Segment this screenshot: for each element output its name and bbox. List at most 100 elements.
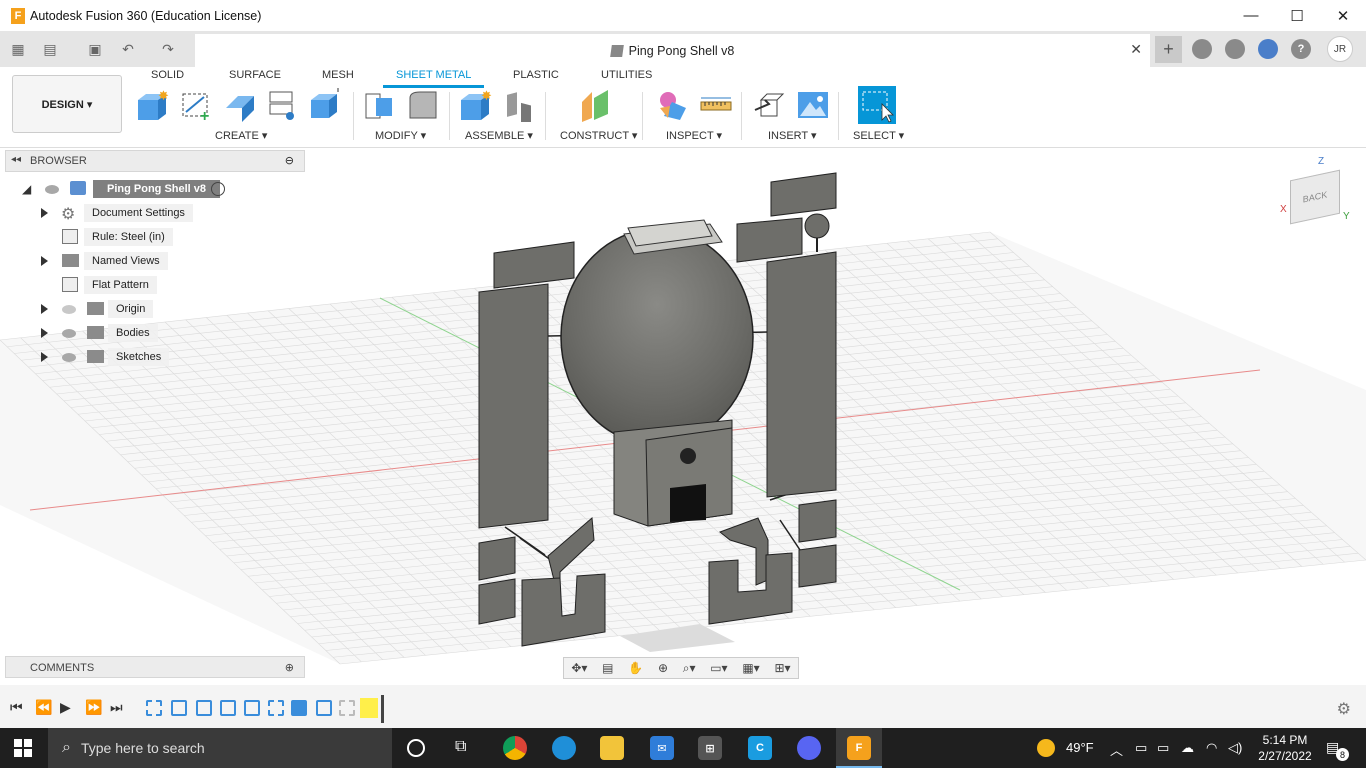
create-sketch-icon[interactable]: + [180, 88, 214, 122]
construct-menu[interactable]: CONSTRUCT ▾ [560, 129, 637, 142]
cortana-icon[interactable] [407, 739, 425, 757]
mail-icon[interactable]: ✉ [650, 736, 674, 760]
job-status-icon[interactable] [1225, 39, 1245, 59]
grid-settings-icon[interactable]: ▦▾ [742, 661, 759, 675]
browser-minimize-icon[interactable]: ⊖ [285, 154, 294, 167]
root-collapse-icon[interactable]: ◢ [22, 182, 31, 196]
orbit-icon[interactable]: ✥▾ [571, 661, 587, 675]
tray-chevron-icon[interactable]: ︿ [1110, 740, 1123, 759]
discord-icon[interactable] [797, 736, 821, 760]
visibility-eye-icon[interactable] [45, 185, 59, 194]
hidden-eye-icon[interactable] [62, 305, 76, 314]
timeline-flange-feature-icon[interactable] [220, 700, 236, 716]
display-settings-icon[interactable]: ▭▾ [710, 661, 727, 675]
flange-icon[interactable] [222, 88, 256, 122]
assemble-menu[interactable]: ASSEMBLE ▾ [465, 129, 533, 142]
select-menu[interactable]: SELECT ▾ [853, 129, 904, 142]
interference-icon[interactable] [656, 88, 690, 122]
measure-icon[interactable] [699, 88, 733, 122]
tab-plastic[interactable]: PLASTIC [513, 68, 559, 88]
tab-utilities[interactable]: UTILITIES [601, 68, 652, 88]
expand-arrow-icon[interactable] [41, 208, 48, 218]
timeline-play-icon[interactable]: ▶ [60, 699, 71, 716]
fusion-360-icon[interactable]: F [847, 736, 871, 760]
tab-mesh[interactable]: MESH [322, 68, 354, 88]
viewports-icon[interactable]: ⊞▾ [774, 661, 790, 675]
canvas-image-icon[interactable] [796, 88, 830, 122]
activate-component-icon[interactable] [211, 182, 225, 196]
browser-item-document-settings[interactable]: Document Settings [60, 203, 193, 223]
save-icon[interactable]: ▣ [85, 39, 105, 59]
chrome-icon[interactable] [503, 736, 527, 760]
tab-solid[interactable]: SOLID [151, 68, 184, 88]
file-menu-icon[interactable]: ▤ [40, 39, 60, 59]
timeline-flange-feature-icon[interactable] [196, 700, 212, 716]
collapse-browser-icon[interactable]: ◂◂ [11, 154, 21, 165]
visibility-eye-icon[interactable] [62, 329, 76, 338]
timeline-prev-icon[interactable]: ⏪ [35, 699, 52, 716]
timeline-sketch-feature-icon[interactable] [146, 700, 162, 716]
weather-temperature[interactable]: 49°F [1066, 740, 1094, 755]
new-tab-button[interactable]: + [1155, 36, 1182, 63]
maximize-button[interactable]: ☐ [1274, 0, 1320, 31]
timeline-flange-feature-icon[interactable] [316, 700, 332, 716]
redo-icon[interactable]: ↷ [158, 39, 178, 59]
taskbar-search[interactable]: ⌕ Type here to search [48, 728, 392, 768]
browser-root-item[interactable]: Ping Pong Shell v8 [65, 179, 221, 199]
close-button[interactable]: ✕ [1320, 0, 1366, 31]
start-button[interactable] [14, 739, 32, 757]
task-view-icon[interactable]: ⧉ [455, 738, 466, 756]
timeline-flange-feature-icon[interactable] [244, 700, 260, 716]
visibility-eye-icon[interactable] [62, 353, 76, 362]
comments-panel[interactable]: COMMENTS ⊕ [5, 656, 305, 678]
offset-plane-icon[interactable] [578, 88, 612, 122]
new-component-icon[interactable]: ✸ [136, 88, 170, 122]
expand-arrow-icon[interactable] [41, 352, 48, 362]
browser-panel-header[interactable]: ◂◂ BROWSER ⊖ [5, 150, 305, 172]
user-avatar[interactable]: JR [1327, 36, 1353, 62]
insert-derive-icon[interactable] [753, 88, 787, 122]
taskbar-clock[interactable]: 5:14 PM 2/27/2022 [1255, 732, 1315, 764]
look-at-icon[interactable]: ▤ [602, 661, 613, 675]
fillet-icon[interactable] [406, 88, 440, 122]
document-close-icon[interactable]: ✕ [1130, 41, 1142, 58]
create-menu[interactable]: CREATE ▾ [215, 129, 267, 142]
expand-arrow-icon[interactable] [41, 256, 48, 266]
expand-arrow-icon[interactable] [41, 328, 48, 338]
timeline-start-icon[interactable]: ⏮ [10, 699, 23, 716]
battery-icon[interactable]: ▭ [1157, 740, 1169, 756]
timeline-next-icon[interactable]: ⏩ [85, 699, 102, 716]
add-comment-icon[interactable]: ⊕ [285, 661, 294, 674]
onedrive-icon[interactable]: ☁ [1181, 740, 1194, 756]
timeline-sketch-feature-icon[interactable] [268, 700, 284, 716]
flat-pattern-icon[interactable] [266, 88, 300, 122]
minimize-button[interactable]: — [1228, 0, 1274, 31]
timeline-flange-feature-icon[interactable] [171, 700, 187, 716]
extensions-icon[interactable] [1192, 39, 1212, 59]
store-icon[interactable]: ⊞ [698, 736, 722, 760]
inspect-menu[interactable]: INSPECT ▾ [666, 129, 722, 142]
file-explorer-icon[interactable] [600, 736, 624, 760]
timeline-settings-gear-icon[interactable]: ⚙ [1337, 699, 1351, 719]
document-tab[interactable]: Ping Pong Shell v8 ✕ [195, 34, 1150, 67]
timeline-extrude-feature-icon[interactable] [291, 700, 307, 716]
select-tool-icon[interactable] [858, 86, 896, 124]
viewport-canvas[interactable] [0, 148, 1366, 685]
timeline-current-feature-icon[interactable] [360, 698, 378, 718]
volume-icon[interactable]: ◁) [1228, 740, 1242, 756]
meet-now-icon[interactable]: ▭ [1135, 740, 1147, 756]
notifications-icon[interactable] [1258, 39, 1278, 59]
press-pull-icon[interactable] [362, 88, 396, 122]
zoom-icon[interactable]: ⊕ [658, 661, 668, 675]
tab-sheet-metal[interactable]: SHEET METAL [383, 68, 485, 88]
tab-surface[interactable]: SURFACE [229, 68, 281, 88]
assemble-component-icon[interactable]: ✸ [459, 88, 493, 122]
wifi-icon[interactable]: ◠ [1206, 740, 1217, 756]
edge-icon[interactable] [552, 736, 576, 760]
expand-arrow-icon[interactable] [41, 304, 48, 314]
workspace-switcher[interactable]: DESIGN ▾ [12, 75, 122, 133]
data-panel-grid-icon[interactable]: ▦ [8, 39, 28, 59]
insert-menu[interactable]: INSERT ▾ [768, 129, 817, 142]
timeline-sketch-feature-icon[interactable] [339, 700, 355, 716]
cisco-webex-icon[interactable]: C [748, 736, 772, 760]
